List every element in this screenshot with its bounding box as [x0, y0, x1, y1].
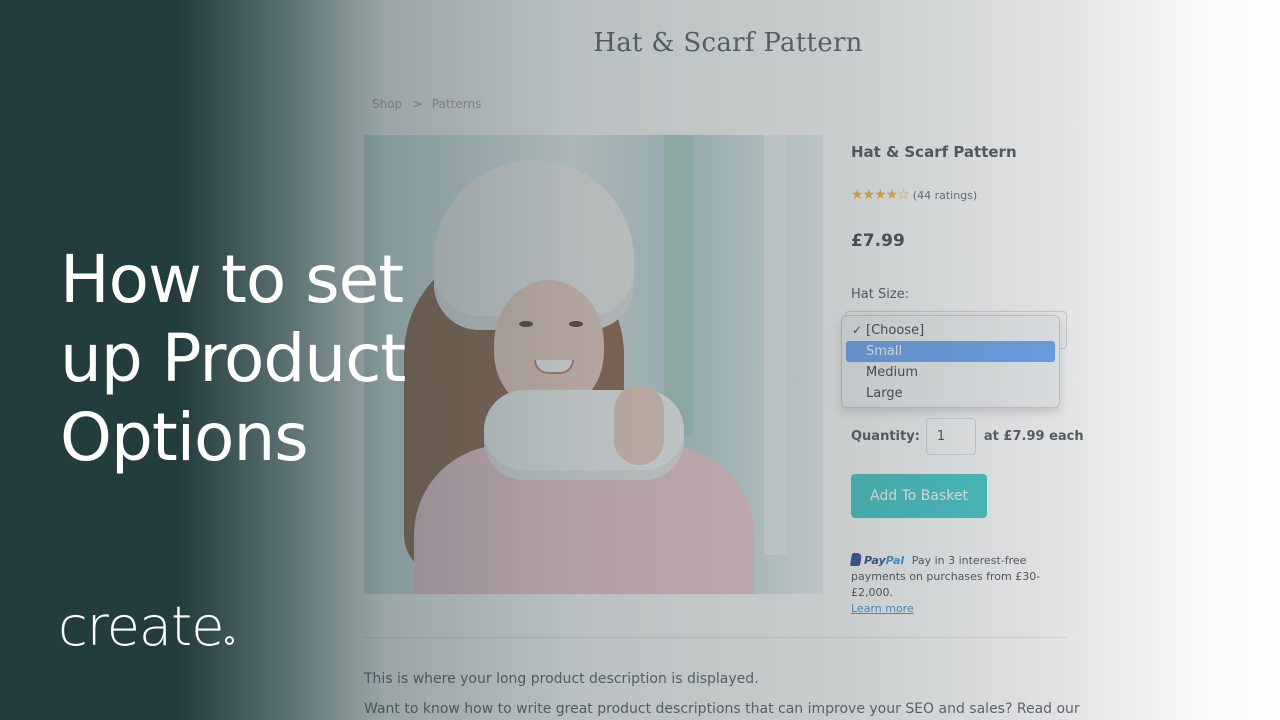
product-name: Hat & Scarf Pattern [851, 143, 1017, 161]
headline-line: How to set [60, 241, 404, 318]
paypal-learn-more-link[interactable]: Learn more [851, 602, 914, 615]
option-label: Medium [866, 365, 918, 380]
model-hand [614, 385, 664, 465]
headline-line: Options [60, 399, 309, 476]
site-title[interactable]: Hat & Scarf Pattern [0, 28, 1280, 58]
hat-size-dropdown[interactable]: ✓ [Choose] Small Medium Large [841, 315, 1060, 408]
create-logo: create [58, 595, 235, 658]
dropdown-option-choose[interactable]: ✓ [Choose] [846, 320, 1055, 341]
dropdown-option-large[interactable]: Large [846, 383, 1055, 404]
option-label: [Choose] [866, 323, 925, 338]
breadcrumb: Shop > Patterns [372, 97, 487, 111]
dropdown-option-medium[interactable]: Medium [846, 362, 1055, 383]
unit-price-text: at £7.99 each [983, 429, 1084, 444]
brand-wordmark: create [58, 595, 224, 658]
paypal-icon [849, 553, 863, 566]
product-description-line: This is where your long product descript… [364, 671, 759, 687]
paypal-logo: PayPal [864, 554, 905, 567]
rating-count[interactable]: (44 ratings) [913, 189, 977, 202]
quantity-row: Quantity: at £7.99 each [851, 418, 1084, 455]
checkmark-icon: ✓ [852, 323, 863, 337]
paypal-message: PayPal Pay in 3 interest-free payments o… [849, 553, 1066, 617]
hat-size-label: Hat Size: [851, 287, 910, 302]
quantity-label: Quantity: [851, 429, 920, 444]
product-rating[interactable]: ★★★★☆ (44 ratings) [851, 187, 977, 203]
quantity-input[interactable] [925, 418, 976, 455]
breadcrumb-shop[interactable]: Shop [372, 97, 402, 111]
dropdown-option-small[interactable]: Small [846, 341, 1055, 362]
logo-dot-icon [225, 636, 235, 645]
add-to-basket-button[interactable]: Add To Basket [851, 474, 987, 518]
star-rating-icon: ★★★★☆ [851, 187, 910, 203]
background-window [664, 135, 694, 435]
model-eye [569, 321, 583, 327]
video-headline: How to set up Product Options [60, 240, 500, 477]
breadcrumb-patterns[interactable]: Patterns [432, 97, 481, 111]
model-eye [519, 321, 533, 327]
product-price: £7.99 [851, 231, 905, 251]
option-label: Large [866, 386, 903, 401]
divider [364, 637, 1067, 638]
breadcrumb-separator: > [412, 97, 423, 111]
background-window [764, 135, 786, 555]
headline-line: up Product [60, 320, 406, 397]
product-description-line: Want to know how to write great product … [364, 701, 1080, 717]
option-label: Small [866, 344, 903, 359]
